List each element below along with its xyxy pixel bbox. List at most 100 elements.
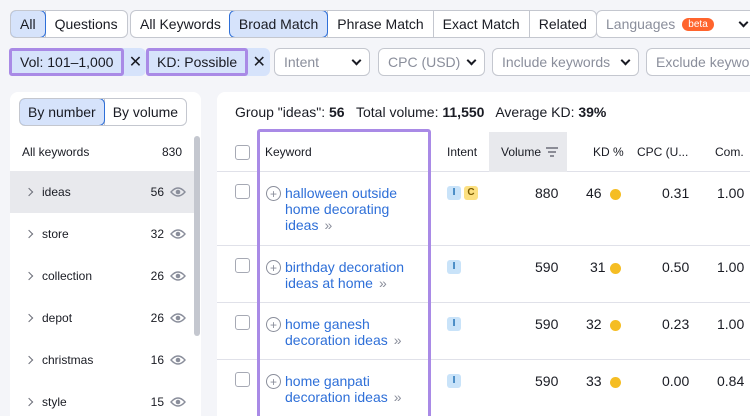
- volume-filter-chip[interactable]: Vol: 101–1,000 ✕: [9, 48, 147, 76]
- tab-broad-match[interactable]: Broad Match: [228, 11, 329, 37]
- add-icon[interactable]: +: [266, 374, 281, 389]
- chevron-double-right-icon[interactable]: »: [379, 275, 387, 291]
- row-checkbox[interactable]: [235, 315, 250, 330]
- kd-cell: 32: [586, 316, 602, 332]
- chevron-down-icon: [620, 55, 631, 65]
- intent-dropdown[interactable]: Intent: [274, 48, 370, 76]
- select-all-checkbox[interactable]: [235, 144, 250, 160]
- chevron-down-icon: [351, 55, 362, 65]
- keyword-link[interactable]: home ganpati decoration ideas»: [285, 373, 402, 405]
- chevron-right-icon[interactable]: [24, 397, 34, 407]
- chevron-right-icon[interactable]: [24, 271, 34, 281]
- intent-badges: I: [447, 374, 461, 388]
- chevron-right-icon[interactable]: [24, 313, 34, 323]
- tab-phrase-match[interactable]: Phrase Match: [327, 11, 432, 37]
- eye-icon[interactable]: [170, 186, 186, 198]
- group-item[interactable]: depot 26: [10, 297, 194, 339]
- volume-cell: 590: [535, 259, 559, 275]
- groups-scrollbar[interactable]: [194, 136, 200, 336]
- tab-exact-match[interactable]: Exact Match: [432, 11, 529, 37]
- tab-questions[interactable]: Questions: [44, 11, 127, 37]
- eye-icon[interactable]: [170, 396, 186, 408]
- chevron-right-icon[interactable]: [24, 187, 34, 197]
- intent-badge: C: [464, 186, 478, 200]
- close-icon[interactable]: ✕: [124, 48, 146, 76]
- row-checkbox[interactable]: [235, 258, 250, 273]
- chevron-double-right-icon[interactable]: »: [324, 217, 332, 233]
- group-sort-toggle: By number By volume: [19, 98, 188, 126]
- add-icon[interactable]: +: [266, 260, 281, 275]
- col-intent[interactable]: Intent: [447, 132, 477, 172]
- eye-icon[interactable]: [170, 270, 186, 282]
- com-cell: 0.84: [717, 373, 745, 389]
- kd-cell: 46: [586, 185, 602, 201]
- tab-all-keywords[interactable]: All Keywords: [131, 11, 230, 37]
- add-icon[interactable]: +: [266, 317, 281, 332]
- eye-icon[interactable]: [170, 312, 186, 324]
- col-com[interactable]: Com.: [715, 132, 744, 172]
- col-volume[interactable]: Volume: [489, 132, 567, 172]
- beta-badge: beta: [682, 17, 714, 31]
- include-keywords-label: Include keywords: [502, 54, 611, 70]
- keywords-table-panel: Group "ideas": 56 Total volume: 11,550 A…: [217, 92, 750, 416]
- group-item[interactable]: style 15: [10, 381, 194, 416]
- row-checkbox[interactable]: [235, 372, 250, 387]
- row-checkbox[interactable]: [235, 184, 250, 199]
- add-icon[interactable]: +: [266, 186, 281, 201]
- eye-icon[interactable]: [170, 354, 186, 366]
- match-tabs: All Keywords Broad Match Phrase Match Ex…: [130, 10, 597, 38]
- chevron-right-icon[interactable]: [24, 229, 34, 239]
- keyword-link[interactable]: birthday decoration ideas at home»: [285, 259, 404, 291]
- col-kd[interactable]: KD %: [593, 132, 624, 172]
- volume-label: Total volume:: [356, 104, 439, 120]
- close-icon[interactable]: ✕: [248, 48, 270, 76]
- all-keywords-label: All keywords: [22, 145, 90, 159]
- group-name: ideas: [42, 185, 71, 199]
- com-cell: 1.00: [717, 185, 745, 201]
- com-cell: 1.00: [717, 316, 745, 332]
- group-count: 26: [150, 311, 164, 325]
- all-keywords-row[interactable]: All keywords 830: [22, 145, 182, 159]
- cpc-dropdown-label: CPC (USD): [388, 54, 461, 70]
- group-name: depot: [42, 311, 73, 325]
- group-item[interactable]: collection 26: [10, 255, 194, 297]
- type-tabs: All Questions: [10, 10, 128, 38]
- group-count: 56: [150, 185, 164, 199]
- languages-label: Languages: [606, 16, 676, 32]
- kd-cell: 31: [590, 259, 606, 275]
- by-number-button[interactable]: By number: [20, 99, 105, 125]
- kd-dot-icon: [610, 377, 621, 388]
- volume-cell: 590: [535, 316, 559, 332]
- volume-value: 11,550: [442, 104, 485, 120]
- keyword-link[interactable]: home ganesh decoration ideas»: [285, 316, 402, 348]
- group-count: 56: [329, 104, 345, 120]
- chevron-double-right-icon[interactable]: »: [394, 332, 402, 348]
- exclude-keywords-dropdown[interactable]: Exclude keywo: [646, 48, 750, 76]
- eye-icon[interactable]: [170, 228, 186, 240]
- cpc-dropdown[interactable]: CPC (USD): [378, 48, 485, 76]
- by-volume-button[interactable]: By volume: [103, 99, 186, 125]
- tab-all[interactable]: All: [10, 11, 46, 37]
- keyword-link[interactable]: halloween outside home decorating ideas»: [285, 185, 397, 233]
- table-row: + halloween outside home decorating idea…: [217, 172, 750, 246]
- include-keywords-dropdown[interactable]: Include keywords: [492, 48, 639, 76]
- intent-badge: I: [447, 374, 461, 388]
- group-item[interactable]: store 32: [10, 213, 194, 255]
- intent-badge: I: [447, 317, 461, 331]
- group-item[interactable]: christmas 16: [10, 339, 194, 381]
- col-keyword[interactable]: Keyword: [265, 132, 312, 172]
- volume-cell: 590: [535, 373, 559, 389]
- group-name: style: [42, 395, 67, 409]
- cpc-cell: 0.31: [662, 185, 690, 201]
- kd-filter-label: KD: Possible: [146, 48, 249, 76]
- tab-related[interactable]: Related: [528, 11, 596, 37]
- chevron-right-icon[interactable]: [24, 355, 34, 365]
- col-cpc[interactable]: CPC (U...: [637, 132, 688, 172]
- chevron-double-right-icon[interactable]: »: [394, 389, 402, 405]
- kd-filter-chip[interactable]: KD: Possible ✕: [146, 48, 271, 76]
- languages-dropdown[interactable]: Languages beta: [596, 10, 750, 38]
- keyword-groups-panel: By number By volume All keywords 830 ide…: [10, 92, 201, 416]
- cpc-cell: 0.50: [662, 259, 690, 275]
- volume-cell: 880: [535, 185, 559, 201]
- group-item[interactable]: ideas 56: [10, 171, 194, 213]
